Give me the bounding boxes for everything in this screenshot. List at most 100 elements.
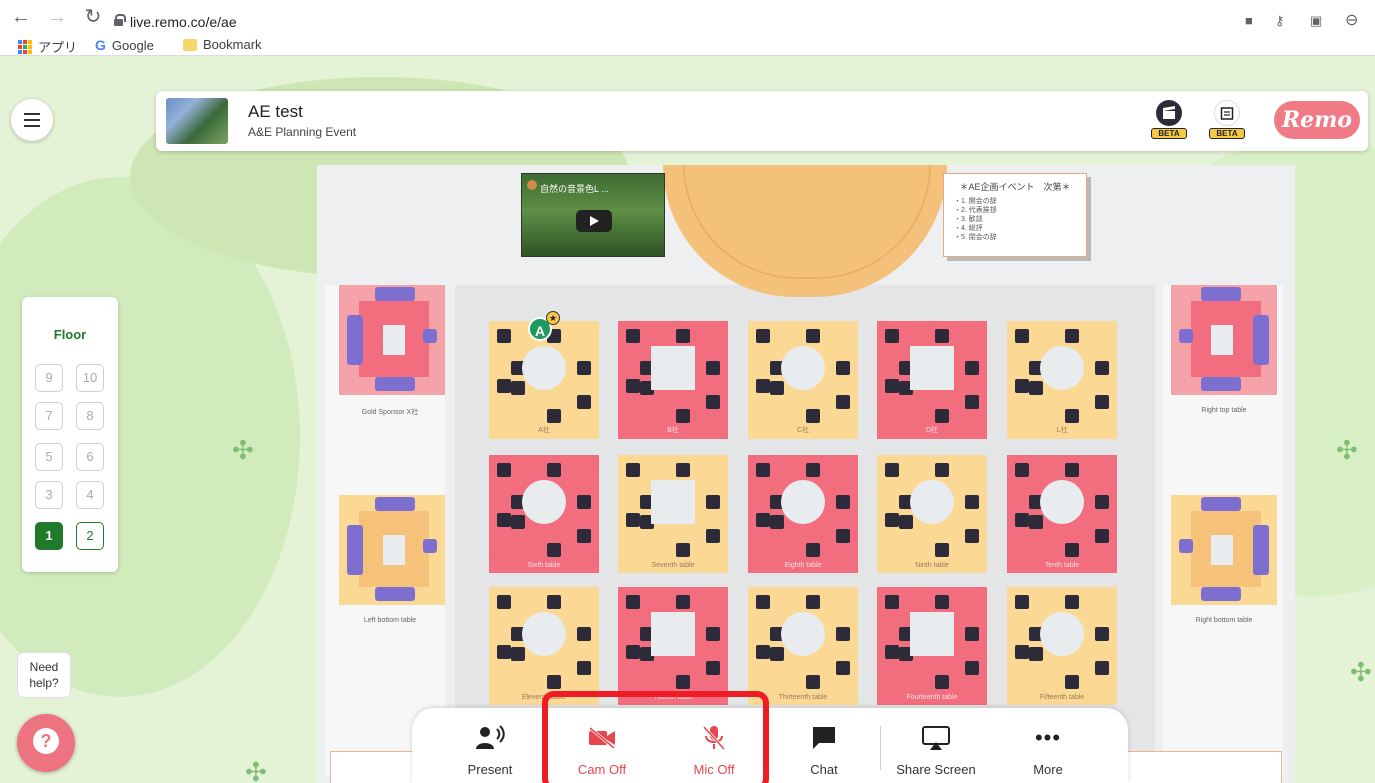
table-7[interactable]: Seventh table [618,455,728,573]
chair-icon [756,645,770,659]
bookmark-folder[interactable]: Bookmark [183,37,262,52]
event-subtitle: A&E Planning Event [248,125,357,139]
chair-icon [1179,329,1193,343]
chair-icon [806,675,820,689]
reload-icon[interactable]: ↻ [82,7,104,27]
table-top [781,480,825,524]
present-button[interactable]: Present [440,724,540,777]
url-text[interactable]: live.remo.co/e/ae [130,14,237,30]
table-8[interactable]: Eighth table [748,455,858,573]
chair-icon [885,513,899,527]
agenda-board[interactable]: ＊AE企画イベント 次第＊ ・1. 開会の辞 ・2. 代表挨拶 ・3. 歓談 ・… [943,173,1087,257]
chair-icon [885,379,899,393]
floor-button-10[interactable]: 10 [76,364,104,392]
beta-agenda-button[interactable]: BETA [1208,100,1246,142]
table-5[interactable]: L社 [1007,321,1117,439]
chat-button[interactable]: Chat [774,724,874,777]
bookmark-google[interactable]: G Google [95,37,154,53]
bookmark-apps-label: アプリ [38,40,78,55]
chair-icon [1095,627,1109,641]
chair-icon [626,329,640,343]
chair-icon [756,513,770,527]
sofa-table-gold-sponsor[interactable] [339,285,445,395]
menu-button[interactable] [11,99,53,141]
table-4[interactable]: D社 [877,321,987,439]
table-label: Fifteenth table [1039,694,1085,701]
table-top [910,612,954,656]
chair-icon [1029,647,1043,661]
forward-arrow-icon[interactable]: → [46,7,68,27]
sofa-icon [375,287,415,301]
beta-feature-button[interactable]: BETA [1150,100,1188,142]
chair-icon [1065,543,1079,557]
help-icon: ? [33,728,59,754]
table-label: L社 [1056,427,1068,434]
chair-icon [899,515,913,529]
agenda-item: ・1. 開会の辞 [954,198,997,205]
chair-icon [706,395,720,409]
toolbar-divider [880,726,881,770]
floor-button-4[interactable]: 4 [76,481,104,509]
table-12[interactable]: Twelfth table [618,587,728,705]
chair-icon [1095,661,1109,675]
table-11[interactable]: Eleventh table [489,587,599,705]
table-label: A社 [538,427,550,434]
agenda-item: ・3. 歓談 [954,216,983,223]
sofa-table-right-top[interactable] [1171,285,1277,395]
camera-icon[interactable]: ■ [1245,13,1253,28]
floor-button-3[interactable]: 3 [35,481,63,509]
floor-button-5[interactable]: 5 [35,443,63,471]
chair-icon [577,661,591,675]
table-10[interactable]: Tenth table [1007,455,1117,573]
chair-icon [756,463,770,477]
chair-icon [1065,595,1079,609]
table-15[interactable]: Fifteenth table [1007,587,1117,705]
address-bar: ← → ↻ live.remo.co/e/ae ■ ⚷ ▣ ⊖ [0,0,1375,34]
chair-icon [1065,675,1079,689]
bookmark-apps[interactable]: アプリ [18,37,77,56]
chair-icon [935,463,949,477]
floor-button-2[interactable]: 2 [76,522,104,550]
video-player[interactable]: 自然の音景色L ... [521,173,665,257]
lock-icon[interactable] [114,14,126,26]
zoom-icon[interactable]: ⊖ [1345,10,1358,30]
sofa-table-right-bottom[interactable] [1171,495,1277,605]
floor-button-7[interactable]: 7 [35,402,63,430]
chair-icon [423,539,437,553]
chair-icon [626,379,640,393]
table-label: C社 [796,427,810,434]
table-13[interactable]: Thirteenth table [748,587,858,705]
chair-icon [497,645,511,659]
play-icon[interactable] [576,210,612,232]
help-button[interactable]: ? [17,714,75,772]
table-2[interactable]: B社 [618,321,728,439]
floor-button-6[interactable]: 6 [76,443,104,471]
chair-icon [965,361,979,375]
share-screen-label: Share Screen [896,762,976,777]
chair-icon [806,409,820,423]
more-button[interactable]: ••• More [998,724,1098,777]
chair-icon [676,463,690,477]
back-arrow-icon[interactable]: ← [10,7,32,27]
sofa-icon [375,587,415,601]
key-icon[interactable]: ⚷ [1275,13,1285,29]
chair-icon [836,661,850,675]
share-screen-icon [886,724,986,752]
sofa-table-left-bottom[interactable] [339,495,445,605]
table-3[interactable]: C社 [748,321,858,439]
hamburger-icon [24,113,40,115]
table-top [910,480,954,524]
sofa-icon [347,315,363,365]
table-6[interactable]: Sixth table [489,455,599,573]
floor-button-1[interactable]: 1 [35,522,63,550]
chair-icon [1015,329,1029,343]
share-screen-button[interactable]: Share Screen [886,724,986,777]
chair-icon [965,661,979,675]
calendar-icon [1214,100,1240,126]
translate-icon[interactable]: ▣ [1310,13,1322,29]
table-top [522,612,566,656]
table-14[interactable]: Fourteenth table [877,587,987,705]
floor-button-8[interactable]: 8 [76,402,104,430]
floor-button-9[interactable]: 9 [35,364,63,392]
table-9[interactable]: Ninth table [877,455,987,573]
